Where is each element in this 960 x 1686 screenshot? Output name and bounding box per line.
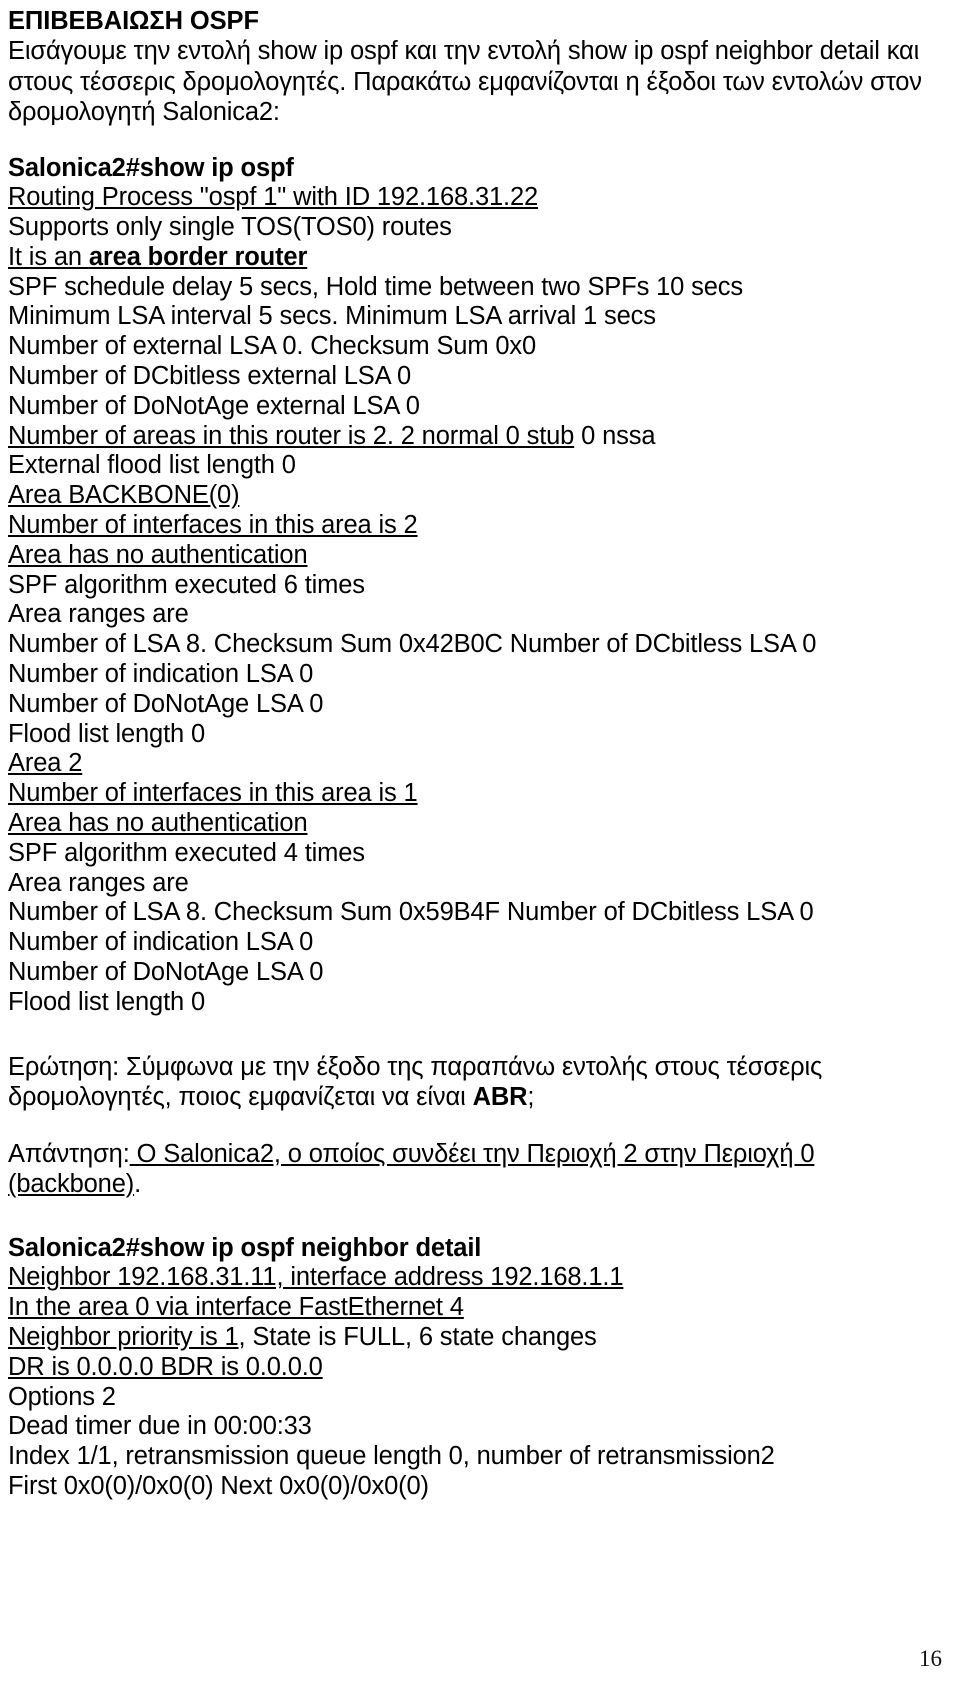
terminal-output-line: Number of DoNotAge LSA 0 (8, 958, 950, 988)
line-text: Options 2 (8, 1382, 116, 1411)
terminal-output-line: Number of interfaces in this area is 2 (8, 511, 950, 541)
line-text: Number of DCbitless external LSA 0 (8, 362, 412, 391)
terminal-output-line: Neighbor 192.168.31.11, interface addres… (8, 1263, 950, 1293)
line-text: Routing Process "ospf 1" with ID 192.168… (8, 183, 539, 212)
line-text: First 0x0(0)/0x0(0) Next 0x0(0)/0x0(0) (8, 1471, 429, 1500)
line-text: Area has no authentication (8, 540, 308, 569)
answer-label: Απάντηση: (8, 1139, 130, 1168)
line-text: Supports only single TOS(TOS0) routes (8, 213, 452, 242)
line-text: Number of external LSA 0. Checksum Sum 0… (8, 332, 537, 361)
line-text: Flood list length 0 (8, 719, 206, 748)
terminal-output-line: SPF schedule delay 5 secs, Hold time bet… (8, 273, 950, 303)
terminal-output-line: Options 2 (8, 1383, 950, 1413)
terminal-output-line: It is an area border router (8, 243, 950, 273)
command-output-neighbor-detail: Neighbor 192.168.31.11, interface addres… (8, 1263, 950, 1501)
line-text: Flood list length 0 (8, 987, 206, 1016)
line-text: SPF schedule delay 5 secs, Hold time bet… (8, 272, 743, 301)
terminal-output-line: Flood list length 0 (8, 988, 950, 1018)
terminal-output-line: SPF algorithm executed 6 times (8, 571, 950, 601)
line-underlined-segment: Neighbor priority is 1 (8, 1323, 239, 1351)
terminal-output-line: Area has no authentication (8, 809, 950, 839)
terminal-output-line: Area ranges are (8, 869, 950, 899)
answer-block: Απάντηση: Ο Salonica2, ο οποίος συνδέει … (8, 1139, 950, 1200)
terminal-output-line: Number of indication LSA 0 (8, 660, 950, 690)
line-text: Number of LSA 8. Checksum Sum 0x59B4F Nu… (8, 898, 814, 927)
document-page: ΕΠΙΒΕΒΑΙΩΣΗ OSPF Εισάγουμε την εντολή sh… (0, 0, 960, 1686)
terminal-output-line: Number of DoNotAge LSA 0 (8, 690, 950, 720)
line-content: It is an area border router (8, 243, 307, 271)
question-keyword-abr: ABR (472, 1083, 528, 1112)
line-text: Area BACKBONE(0) (8, 481, 240, 510)
terminal-output-line: Flood list length 0 (8, 720, 950, 750)
line-emphasis: area border router (88, 242, 308, 271)
terminal-output-line: Dead timer due in 00:00:33 (8, 1412, 950, 1442)
line-text: Number of DoNotAge LSA 0 (8, 958, 324, 987)
terminal-output-line: Area 2 (8, 749, 950, 779)
terminal-output-line: Neighbor priority is 1, State is FULL, 6… (8, 1323, 950, 1353)
terminal-output-line: Number of indication LSA 0 (8, 928, 950, 958)
terminal-output-line: Area BACKBONE(0) (8, 481, 950, 511)
line-text: Area ranges are (8, 868, 189, 897)
question-terminator: ; (527, 1083, 535, 1112)
terminal-output-line: SPF algorithm executed 4 times (8, 839, 950, 869)
terminal-output-line: Supports only single TOS(TOS0) routes (8, 213, 950, 243)
line-text: DR is 0.0.0.0 BDR is 0.0.0.0 (8, 1352, 323, 1381)
line-text: Area has no authentication (8, 809, 308, 838)
terminal-output-line: In the area 0 via interface FastEthernet… (8, 1293, 950, 1323)
line-text: Number of DoNotAge LSA 0 (8, 689, 324, 718)
command-prompt-show-ip-ospf: Salonica2#show ip ospf (8, 153, 294, 182)
line-text: Neighbor 192.168.31.11, interface addres… (8, 1263, 624, 1292)
answer-text: Ο Salonica2, ο οποίος συνδέει την Περιοχ… (8, 1139, 815, 1199)
page-number: 16 (919, 1646, 942, 1671)
terminal-output-line: Number of areas in this router is 2. 2 n… (8, 422, 950, 452)
terminal-output-line: External flood list length 0 (8, 451, 950, 481)
terminal-output-line: Number of DoNotAge external LSA 0 (8, 392, 950, 422)
terminal-output-line: Number of LSA 8. Checksum Sum 0x59B4F Nu… (8, 898, 950, 928)
line-underlined-segment: Number of areas in this router is 2. 2 n… (8, 421, 575, 450)
terminal-output-line: DR is 0.0.0.0 BDR is 0.0.0.0 (8, 1353, 950, 1383)
terminal-output-line: Index 1/1, retransmission queue length 0… (8, 1442, 950, 1472)
command-prompt-show-ip-ospf-neighbor-detail: Salonica2#show ip ospf neighbor detail (8, 1233, 482, 1262)
terminal-output-line: Number of LSA 8. Checksum Sum 0x42B0C Nu… (8, 630, 950, 660)
question-block: Ερώτηση: Σύμφωνα με την έξοδο της παραπά… (8, 1052, 950, 1113)
line-text: Dead timer due in 00:00:33 (8, 1412, 312, 1441)
line-text: In the area 0 via interface FastEthernet… (8, 1293, 464, 1322)
line-text: Number of DoNotAge external LSA 0 (8, 391, 420, 420)
terminal-output-line: Area has no authentication (8, 541, 950, 571)
line-text: Area ranges are (8, 600, 189, 629)
line-text: It is an (8, 242, 89, 271)
line-text: Area 2 (8, 749, 83, 778)
line-plain-segment: 0 nssa (574, 421, 656, 450)
line-plain-segment: , State is FULL, 6 state changes (238, 1323, 597, 1351)
command-output-show-ip-ospf: Routing Process "ospf 1" with ID 192.168… (8, 183, 950, 1017)
line-text: Number of interfaces in this area is 2 (8, 511, 418, 540)
page-title: ΕΠΙΒΕΒΑΙΩΣΗ OSPF (8, 7, 259, 35)
terminal-output-line: Number of external LSA 0. Checksum Sum 0… (8, 332, 950, 362)
terminal-output-line: Routing Process "ospf 1" with ID 192.168… (8, 183, 950, 213)
line-text: Number of interfaces in this area is 1 (8, 779, 418, 808)
answer-period: . (134, 1170, 142, 1199)
terminal-output-line: Number of DCbitless external LSA 0 (8, 362, 950, 392)
line-text: Number of LSA 8. Checksum Sum 0x42B0C Nu… (8, 630, 817, 659)
question-label: Ερώτηση: (8, 1052, 120, 1081)
line-text: Number of indication LSA 0 (8, 928, 314, 957)
question-text: Σύμφωνα με την έξοδο της παραπάνω εντολή… (8, 1052, 823, 1112)
line-text: External flood list length 0 (8, 451, 296, 480)
terminal-output-line: Minimum LSA interval 5 secs. Minimum LSA… (8, 302, 950, 332)
line-text: SPF algorithm executed 4 times (8, 838, 365, 867)
line-text: Minimum LSA interval 5 secs. Minimum LSA… (8, 302, 656, 331)
line-text: Number of indication LSA 0 (8, 660, 314, 689)
line-text: SPF algorithm executed 6 times (8, 570, 365, 599)
line-text: Index 1/1, retransmission queue length 0… (8, 1442, 775, 1471)
terminal-output-line: Area ranges are (8, 600, 950, 630)
terminal-output-line: First 0x0(0)/0x0(0) Next 0x0(0)/0x0(0) (8, 1472, 950, 1502)
intro-paragraph: Εισάγουμε την εντολή show ip ospf και τη… (8, 37, 922, 126)
terminal-output-line: Number of interfaces in this area is 1 (8, 779, 950, 809)
